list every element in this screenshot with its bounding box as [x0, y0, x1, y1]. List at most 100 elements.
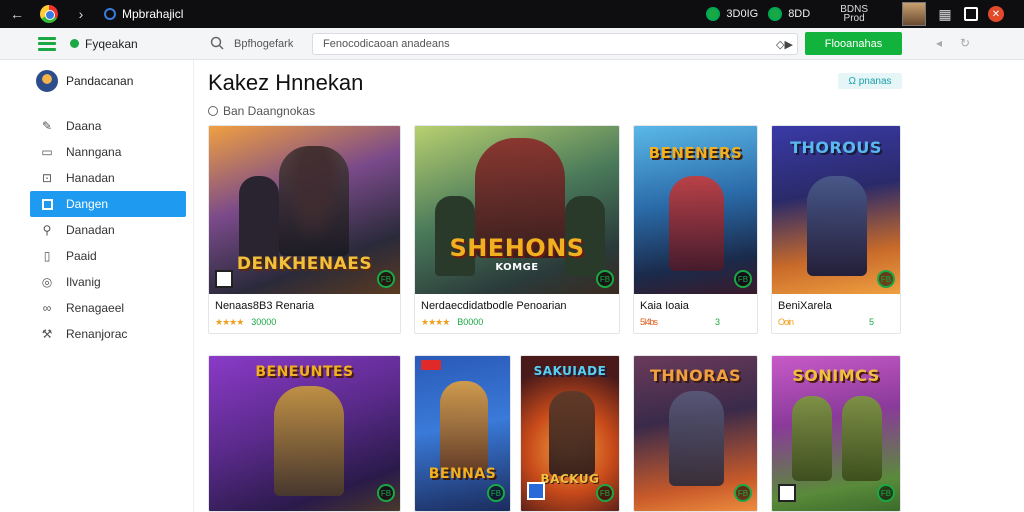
- green-gem-icon: [768, 7, 783, 21]
- character-figure: [279, 146, 349, 256]
- game-card-2[interactable]: BENENERS FB Kaia Ioaia 5I4bs 3: [633, 125, 758, 334]
- qr-icon: [215, 270, 233, 288]
- tools-icon: ⚒: [41, 327, 53, 341]
- search-input[interactable]: [312, 33, 798, 55]
- user-avatar[interactable]: [902, 2, 926, 26]
- game-card-3[interactable]: THOROUS FB BeniXarela Ooin 5: [771, 125, 901, 334]
- sidebar-item-6[interactable]: ◎ Ilvanig: [30, 269, 186, 295]
- game-card-8[interactable]: SONIMCS FB: [771, 355, 901, 512]
- game-art-title: THNORAS: [649, 366, 742, 385]
- sidebar-item-7[interactable]: ∞ Renagaeel: [30, 295, 186, 321]
- primary-action-button[interactable]: Flooanahas: [805, 32, 902, 55]
- character-figure: [807, 176, 867, 276]
- game-art-title: DENKHENAES: [236, 254, 373, 274]
- game-art-subtitle: KOMGE: [495, 262, 539, 273]
- game-art-title: SHEHONS: [449, 234, 585, 262]
- game-art: SAKUIADE BACKUG FB: [521, 356, 619, 511]
- status-stat-1: 3D0IG: [706, 7, 758, 21]
- game-art: BENNAS FB: [415, 356, 510, 511]
- game-card-1[interactable]: SHEHONS KOMGE FB Nerdaecdidatbodle Penoa…: [414, 125, 620, 334]
- sidebar-item-label: Daana: [66, 119, 102, 133]
- platform-badge-icon: FB: [596, 270, 614, 288]
- game-card-7[interactable]: THNORAS FB: [633, 355, 758, 512]
- browser-logo-icon: [40, 5, 58, 23]
- window-maximize-icon[interactable]: [964, 7, 978, 21]
- sidebar-item-0[interactable]: ✎ Daana: [30, 113, 186, 139]
- platform-badge-icon: FB: [877, 270, 895, 288]
- platform-badge-icon: FB: [877, 484, 895, 502]
- page-title: Kakez Hnnekan: [208, 70, 364, 95]
- search-icon[interactable]: [210, 36, 224, 50]
- forward-chevron-icon[interactable]: ›: [72, 5, 90, 23]
- profile-avatar: [36, 70, 58, 92]
- refresh-icon[interactable]: ↻: [960, 36, 970, 50]
- game-art: THNORAS FB: [634, 356, 757, 511]
- search-icon: ⚲: [42, 223, 52, 237]
- sidebar-item-3[interactable]: Dangen: [30, 191, 186, 217]
- device-icon: ▯: [43, 249, 51, 263]
- platform-badge-icon: FB: [734, 484, 752, 502]
- game-card-5[interactable]: BENNAS FB: [414, 355, 511, 512]
- user-info: BDNS Prod: [840, 5, 868, 24]
- filter-badge-button[interactable]: Ω pnanas: [838, 73, 902, 89]
- user-line-2: Prod: [843, 13, 865, 24]
- game-name: Nerdaecdidatbodle Penoarian: [421, 300, 567, 312]
- stat-2-value: 8DD: [788, 8, 811, 20]
- square-icon: [40, 197, 54, 211]
- game-card-4[interactable]: BENEUNTES FB: [208, 355, 401, 512]
- back-arrow-icon[interactable]: ←: [8, 5, 26, 23]
- page-subtitle-text: Ban Daangnokas: [223, 104, 316, 118]
- game-art-title: SONIMCS: [792, 366, 880, 385]
- game-meta: 5I4bs 3: [640, 317, 720, 327]
- game-art-title: BENENERS: [648, 144, 743, 162]
- bag-icon: ⊡: [41, 171, 53, 185]
- sidebar-item-label: Dangen: [66, 197, 109, 211]
- game-name: BeniXarela: [778, 300, 832, 312]
- sidebar-profile[interactable]: Pandacanan: [36, 70, 133, 92]
- game-meta: ★★★★ B0000: [421, 317, 483, 328]
- price: B0000: [457, 317, 484, 327]
- sidebar-item-1[interactable]: ▭ Nanngana: [30, 139, 186, 165]
- link-icon: ∞: [42, 301, 52, 315]
- window-close-icon[interactable]: ✕: [988, 6, 1004, 22]
- sidebar-item-label: Renagaeel: [66, 301, 125, 315]
- game-art: SHEHONS KOMGE FB: [415, 126, 619, 294]
- top-toolbar: Fyqeakan Bpfhogefark ◇▶ Flooanahas ◂ ↻: [0, 28, 1024, 60]
- platform-badge-icon: FB: [596, 484, 614, 502]
- pin-icon[interactable]: ◂: [936, 36, 942, 50]
- sidebar-item-8[interactable]: ⚒ Renanjorac: [30, 321, 186, 347]
- price: 3: [715, 317, 721, 327]
- sidebar-item-label: Ilvanig: [66, 275, 101, 289]
- profile-name: Pandacanan: [66, 74, 134, 88]
- platform-badge-icon: FB: [377, 270, 395, 288]
- page-subtitle: Ban Daangnokas: [208, 104, 315, 118]
- search-options-icon[interactable]: ◇▶: [776, 38, 793, 51]
- game-card-0[interactable]: DENKHENAES FB Nenaas8B3 Renaria ★★★★ 300…: [208, 125, 401, 334]
- sidebar-item-2[interactable]: ⊡ Hanadan: [30, 165, 186, 191]
- grid-icon[interactable]: ▦: [936, 5, 954, 23]
- platform-badge-icon: FB: [377, 484, 395, 502]
- game-art-title: BENEUNTES: [255, 364, 354, 380]
- price: 5: [869, 317, 875, 327]
- app-title: Mpbrahajicl: [122, 7, 184, 21]
- rating: ★★★★: [215, 317, 244, 327]
- brand[interactable]: Fyqeakan: [70, 37, 138, 51]
- gamepad-icon: ◎: [41, 275, 53, 289]
- status-stat-2: 8DD: [768, 7, 810, 21]
- price: 30000: [251, 317, 277, 327]
- menu-icon[interactable]: [38, 36, 56, 51]
- sidebar-item-label: Renanjorac: [66, 327, 128, 341]
- sidebar-item-label: Paaid: [66, 249, 97, 263]
- app-ring-icon: [104, 8, 116, 20]
- sidebar-item-4[interactable]: ⚲ Danadan: [30, 217, 186, 243]
- game-name: Kaia Ioaia: [640, 300, 689, 312]
- qr-icon: [778, 484, 796, 502]
- sidebar-item-label: Hanadan: [66, 171, 115, 185]
- game-meta: Ooin 5: [778, 317, 874, 327]
- character-figure: [842, 396, 882, 481]
- game-art: BENEUNTES FB: [209, 356, 400, 511]
- sidebar-item-5[interactable]: ▯ Paaid: [30, 243, 186, 269]
- search-label: Bpfhogefark: [234, 38, 294, 50]
- game-card-6[interactable]: SAKUIADE BACKUG FB: [520, 355, 620, 512]
- sidebar-nav: ✎ Daana ▭ Nanngana ⊡ Hanadan Dangen ⚲ Danada…: [30, 113, 186, 347]
